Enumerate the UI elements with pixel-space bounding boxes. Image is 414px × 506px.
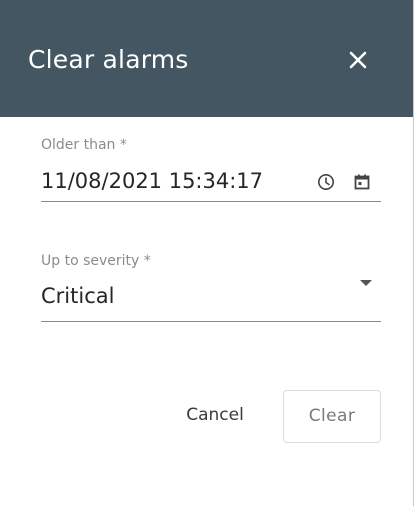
clock-icon	[318, 174, 334, 190]
older-than-field[interactable]: Older than * 11/08/2021 15:34:17	[41, 136, 381, 202]
severity-dropdown-toggle[interactable]	[359, 278, 373, 288]
time-picker-button[interactable]	[316, 172, 336, 192]
dialog-title: Clear alarms	[28, 45, 189, 74]
clear-button[interactable]: Clear	[283, 390, 381, 443]
calendar-icon	[354, 174, 370, 190]
severity-field[interactable]: Up to severity * Critical	[41, 250, 381, 322]
clear-alarms-dialog: Clear alarms Older than * 11/08/2021 15:…	[0, 0, 414, 506]
dialog-header: Clear alarms	[0, 0, 413, 117]
close-button[interactable]	[340, 42, 376, 78]
close-icon	[349, 51, 367, 69]
severity-select[interactable]: Critical	[41, 282, 114, 310]
cancel-button[interactable]: Cancel	[174, 389, 256, 441]
chevron-down-icon	[360, 280, 372, 286]
severity-label: Up to severity *	[41, 253, 151, 269]
date-picker-button[interactable]	[352, 172, 372, 192]
older-than-input[interactable]: 11/08/2021 15:34:17	[41, 167, 263, 195]
older-than-label: Older than *	[41, 137, 127, 153]
